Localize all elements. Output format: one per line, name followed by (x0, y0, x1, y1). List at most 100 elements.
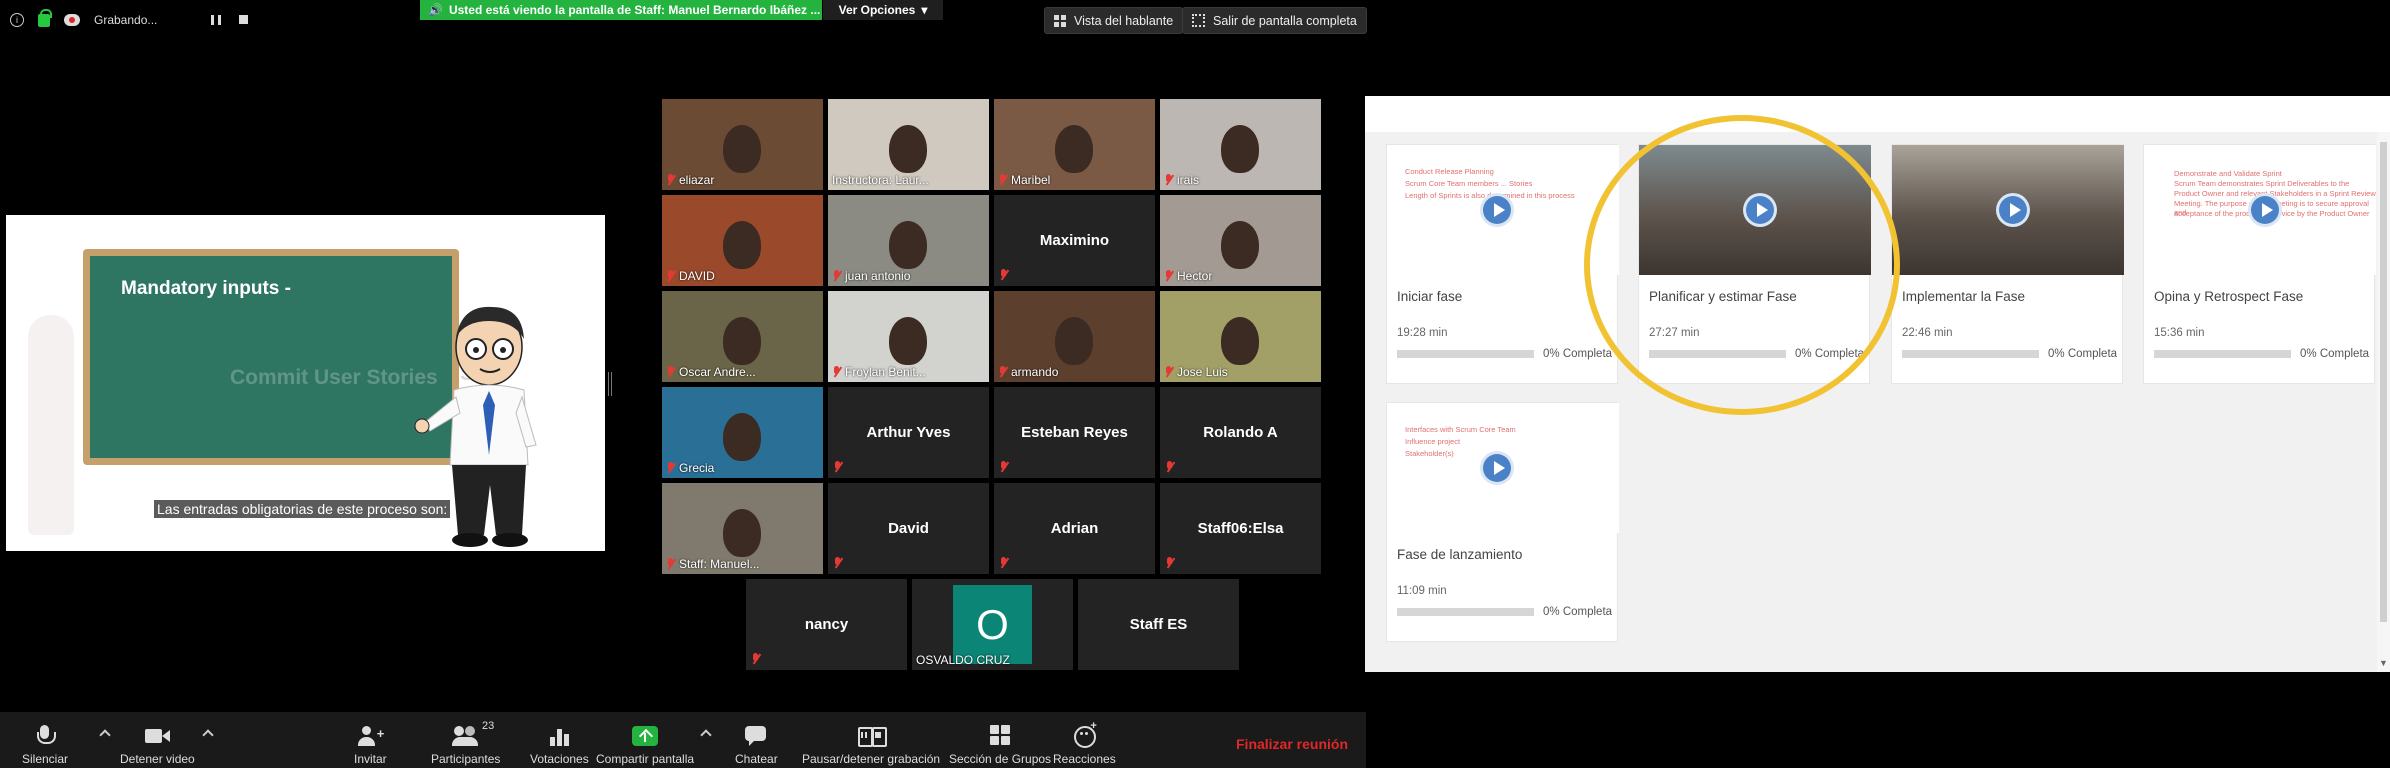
participant-name-label: Froylan Benit... (832, 365, 926, 379)
play-icon[interactable] (1480, 193, 1514, 227)
module-thumbnail[interactable]: Demonstrate and Validate Sprint Scrum Tea… (2144, 145, 2376, 275)
module-thumbnail[interactable]: Interfaces with Scrum Core Team Influence… (1387, 403, 1619, 533)
participant-tile[interactable]: eliazar (662, 99, 823, 190)
muted-microphone-icon (833, 557, 842, 569)
course-module-card[interactable]: Demonstrate and Validate Sprint Scrum Tea… (2143, 144, 2376, 384)
course-scrollbar[interactable]: ▼ (2377, 132, 2390, 672)
participant-tile[interactable]: Oscar Andre... (662, 291, 823, 382)
participant-tile[interactable]: DAVID (662, 195, 823, 286)
share-options-chevron-icon[interactable] (701, 728, 711, 738)
scrollbar-thumb[interactable] (2380, 142, 2387, 622)
muted-microphone-icon (666, 558, 675, 570)
module-progress-label: 0% Completa (1543, 348, 1613, 360)
module-progress-bar (1397, 350, 1534, 358)
polls-button[interactable]: Votaciones (530, 718, 589, 766)
participant-tile[interactable]: Esteban Reyes (994, 387, 1155, 478)
participant-name: Maximino (1039, 232, 1110, 249)
module-title[interactable]: Iniciar fase (1397, 289, 1462, 304)
participants-icon (451, 724, 480, 748)
muted-microphone-icon (1164, 174, 1173, 186)
participant-tile[interactable]: Rolando A (1160, 387, 1321, 478)
participant-tile[interactable]: O OSVALDO CRUZ (912, 579, 1073, 670)
share-screen-button[interactable]: Compartir pantalla (596, 718, 694, 766)
course-module-card[interactable]: Planificar y estimar Fase 27:27 min 0% Com… (1638, 144, 1871, 384)
module-thumbnail[interactable] (1639, 145, 1871, 275)
participant-name-label: OSVALDO CRUZ (916, 653, 1010, 667)
mute-button[interactable]: Silenciar (22, 718, 68, 766)
participant-tile[interactable]: juan antonio (828, 195, 989, 286)
chat-button[interactable]: Chatear (735, 718, 778, 766)
stop-video-button[interactable]: Detener video (120, 718, 195, 766)
reactions-button[interactable]: Reacciones (1053, 718, 1116, 766)
module-progress-label: 0% Completa (1795, 348, 1865, 360)
lock-icon[interactable] (38, 8, 52, 27)
module-title[interactable]: Opina y Retrospect Fase (2154, 289, 2303, 304)
course-module-card[interactable]: Conduct Release Planning Scrum Core Team … (1386, 144, 1619, 384)
panel-resize-handle[interactable] (608, 372, 612, 396)
participant-tile[interactable]: Maribel (994, 99, 1155, 190)
participant-tile[interactable]: nancy (746, 579, 907, 670)
participant-name: nancy (804, 616, 849, 633)
info-icon[interactable]: i (10, 13, 24, 27)
participant-tile[interactable]: Staff: Manuel... (662, 483, 823, 574)
participant-tile[interactable]: David (828, 483, 989, 574)
participant-tile[interactable]: armando (994, 291, 1155, 382)
module-thumbnail[interactable]: Conduct Release Planning Scrum Core Team … (1387, 145, 1619, 275)
muted-microphone-icon (1164, 270, 1173, 282)
scroll-down-icon[interactable]: ▼ (2379, 658, 2388, 668)
participant-tile[interactable]: Grecia (662, 387, 823, 478)
slide-subtitle: Las entradas obligatorias de este proces… (154, 500, 451, 518)
participant-name-label: irais (1164, 173, 1199, 187)
thumbnail-text: Demonstrate and Validate Sprint (2174, 169, 2282, 178)
participant-face (1221, 221, 1259, 269)
bar-chart-icon (545, 724, 573, 748)
participant-name: Hector (1177, 269, 1213, 283)
module-progress-bar (2154, 350, 2291, 358)
module-title[interactable]: Implementar la Fase (1902, 289, 2025, 304)
view-options-button[interactable]: Ver Opciones ▾ (823, 0, 943, 20)
ghost-figure (28, 315, 74, 535)
module-title[interactable]: Fase de lanzamiento (1397, 547, 1522, 562)
invite-button[interactable]: + Invitar (354, 718, 387, 766)
participant-tile[interactable]: irais (1160, 99, 1321, 190)
course-module-card[interactable]: Interfaces with Scrum Core Team Influence… (1386, 402, 1619, 642)
speaker-view-button[interactable]: Vista del hablante (1044, 7, 1184, 34)
play-icon[interactable] (2248, 193, 2282, 227)
video-options-chevron-icon[interactable] (203, 728, 213, 738)
pause-recording-icon[interactable] (211, 15, 222, 25)
participant-face (889, 125, 927, 173)
audio-options-chevron-icon[interactable] (100, 728, 110, 738)
exit-fullscreen-button[interactable]: Salir de pantalla completa (1182, 7, 1367, 34)
pause-stop-icon (857, 724, 888, 748)
pause-stop-recording-button[interactable]: Pausar/detener grabación (802, 718, 940, 766)
play-icon[interactable] (1480, 451, 1514, 485)
participant-tile[interactable]: Jose Luis (1160, 291, 1321, 382)
chevron-down-icon: ▾ (921, 3, 928, 17)
share-screen-icon (632, 726, 659, 746)
participant-tile[interactable]: Adrian (994, 483, 1155, 574)
participant-tile[interactable]: Maximino (994, 195, 1155, 286)
end-meeting-button[interactable]: Finalizar reunión (1236, 736, 1348, 752)
participant-tile[interactable]: Arthur Yves (828, 387, 989, 478)
play-icon[interactable] (1996, 193, 2030, 227)
shared-presentation-slide: Mandatory inputs - Commit User Stories S… (6, 215, 605, 551)
participant-tile[interactable]: Froylan Benit... (828, 291, 989, 382)
participant-tile[interactable]: Instructora: Laur... (828, 99, 989, 190)
module-thumbnail[interactable] (1892, 145, 2124, 275)
participant-name-label: eliazar (666, 173, 714, 187)
participant-tile[interactable]: Staff06:Elsa (1160, 483, 1321, 574)
participant-face (723, 221, 761, 269)
participant-face (1221, 125, 1259, 173)
participant-name: DAVID (679, 269, 715, 283)
participant-name: armando (1011, 365, 1059, 379)
play-icon[interactable] (1743, 193, 1777, 227)
breakout-rooms-button[interactable]: Sección de Grupos (949, 718, 1051, 766)
thumbnail-text: Conduct Release Planning (1405, 167, 1494, 176)
participant-tile[interactable]: Staff ES (1078, 579, 1239, 670)
stop-recording-icon[interactable] (239, 15, 249, 24)
participant-name-label: armando (998, 365, 1058, 379)
module-title[interactable]: Planificar y estimar Fase (1649, 289, 1797, 304)
top-bar: i Grabando... 🔊 Usted está viendo la pan… (0, 0, 2390, 40)
participant-tile[interactable]: Hector (1160, 195, 1321, 286)
course-module-card[interactable]: Implementar la Fase 22:46 min 0% Completa (1891, 144, 2124, 384)
